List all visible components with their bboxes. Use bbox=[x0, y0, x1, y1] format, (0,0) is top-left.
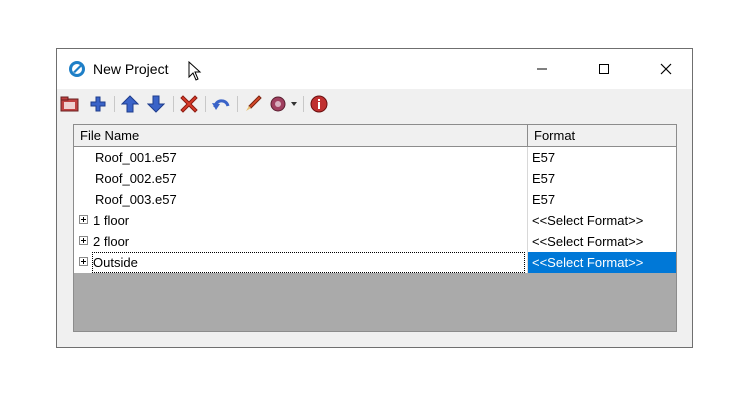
app-icon bbox=[68, 60, 86, 78]
expand-plus-icon[interactable] bbox=[79, 215, 88, 224]
close-icon bbox=[660, 63, 672, 75]
format-cell[interactable]: E57 bbox=[528, 147, 676, 168]
info-icon bbox=[310, 95, 328, 113]
file-name: Roof_002.e57 bbox=[95, 171, 177, 186]
open-folder-icon bbox=[60, 96, 79, 112]
table-row[interactable]: Roof_001.e57 E57 bbox=[74, 147, 676, 168]
info-button[interactable] bbox=[308, 93, 330, 115]
format-cell[interactable]: <<Select Format>> bbox=[528, 231, 676, 252]
table-row[interactable]: Roof_003.e57 E57 bbox=[74, 189, 676, 210]
delete-button[interactable] bbox=[178, 93, 200, 115]
delete-icon bbox=[180, 95, 198, 113]
file-name-cell[interactable]: Roof_002.e57 bbox=[74, 168, 528, 189]
undo-button[interactable] bbox=[210, 93, 232, 115]
toolbar bbox=[57, 90, 692, 118]
grid-empty-area bbox=[74, 273, 676, 331]
table-row[interactable]: Roof_002.e57 E57 bbox=[74, 168, 676, 189]
settings-button[interactable] bbox=[268, 93, 290, 115]
table-row-selected[interactable]: Outside <<Select Format>> bbox=[74, 252, 676, 273]
folder-name-cell[interactable]: 1 floor bbox=[74, 210, 528, 231]
folder-name: 2 floor bbox=[93, 234, 130, 249]
undo-icon bbox=[212, 99, 230, 110]
column-header-format[interactable]: Format bbox=[528, 125, 676, 146]
title-bar[interactable]: New Project bbox=[57, 49, 692, 89]
settings-dropdown[interactable] bbox=[289, 93, 299, 115]
format-cell[interactable]: <<Select Format>> bbox=[528, 210, 676, 231]
minimize-icon bbox=[537, 68, 547, 70]
settings-icon bbox=[270, 96, 286, 112]
grid-header: File Name Format bbox=[74, 125, 676, 147]
edit-icon bbox=[246, 95, 262, 111]
add-button[interactable] bbox=[87, 93, 109, 115]
open-folder-button[interactable] bbox=[59, 93, 81, 115]
table-row[interactable]: 2 floor <<Select Format>> bbox=[74, 231, 676, 252]
folder-name-cell[interactable]: Outside bbox=[74, 252, 528, 273]
folder-name: 1 floor bbox=[93, 213, 130, 228]
folder-name: Outside bbox=[92, 252, 525, 273]
column-header-file-name[interactable]: File Name bbox=[74, 125, 528, 146]
format-cell-selected[interactable]: <<Select Format>> bbox=[528, 252, 676, 273]
chevron-down-icon bbox=[291, 102, 297, 106]
expand-plus-icon[interactable] bbox=[79, 257, 88, 266]
file-name: Roof_001.e57 bbox=[95, 150, 177, 165]
maximize-button[interactable] bbox=[581, 49, 627, 89]
format-cell[interactable]: E57 bbox=[528, 189, 676, 210]
mouse-cursor-icon bbox=[188, 60, 202, 84]
file-name-cell[interactable]: Roof_003.e57 bbox=[74, 189, 528, 210]
table-row[interactable]: 1 floor <<Select Format>> bbox=[74, 210, 676, 231]
edit-button[interactable] bbox=[242, 93, 264, 115]
add-icon bbox=[90, 96, 106, 112]
move-up-icon bbox=[121, 95, 139, 113]
folder-name-cell[interactable]: 2 floor bbox=[74, 231, 528, 252]
move-down-button[interactable] bbox=[145, 93, 167, 115]
minimize-button[interactable] bbox=[519, 49, 565, 89]
file-grid[interactable]: File Name Format Roof_001.e57 E57 Roof_0… bbox=[73, 124, 677, 332]
expand-plus-icon[interactable] bbox=[79, 236, 88, 245]
window-title: New Project bbox=[93, 61, 169, 77]
move-up-button[interactable] bbox=[119, 93, 141, 115]
move-down-icon bbox=[147, 95, 165, 113]
maximize-icon bbox=[599, 64, 609, 74]
format-cell[interactable]: E57 bbox=[528, 168, 676, 189]
file-name: Roof_003.e57 bbox=[95, 192, 177, 207]
close-button[interactable] bbox=[643, 49, 689, 89]
file-name-cell[interactable]: Roof_001.e57 bbox=[74, 147, 528, 168]
new-project-window: New Project File Name Format Roof_001.e5… bbox=[56, 48, 693, 348]
